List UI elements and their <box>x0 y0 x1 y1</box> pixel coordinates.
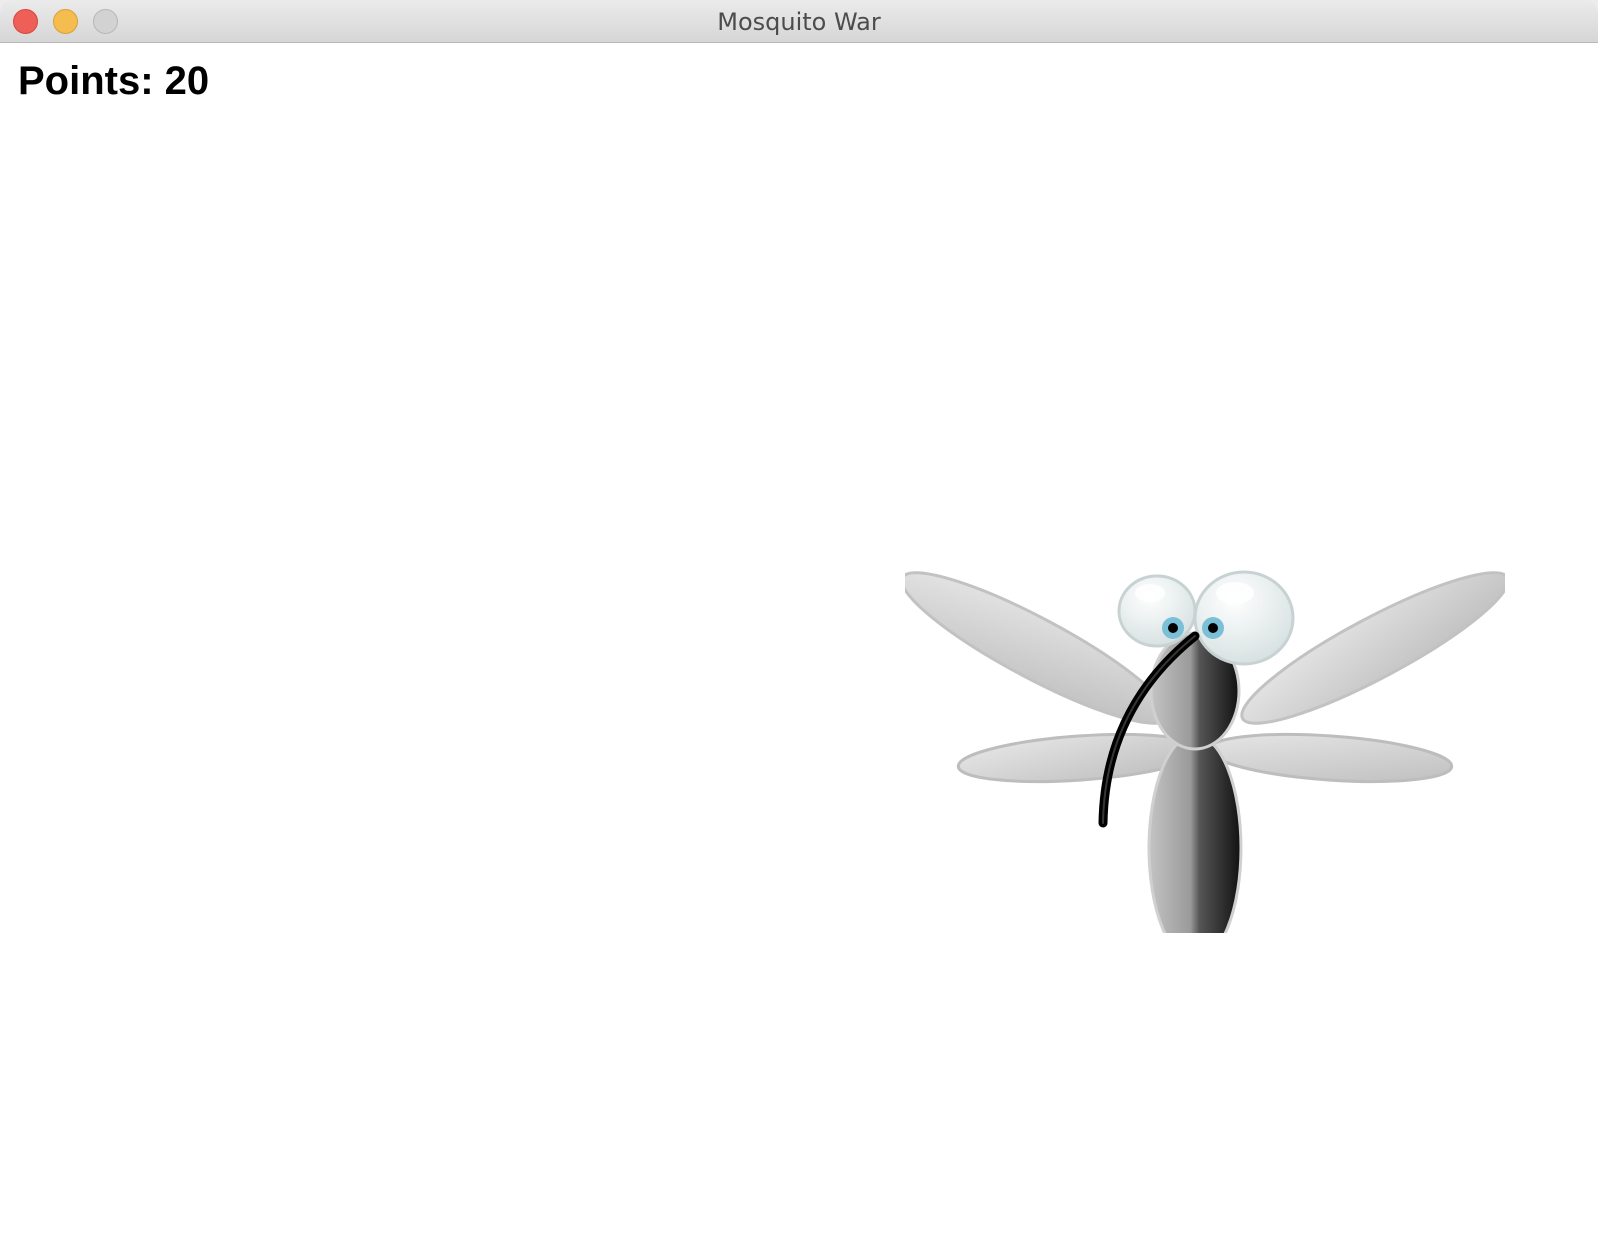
right-eye-icon <box>1193 570 1295 666</box>
window-title: Mosquito War <box>717 8 881 36</box>
mosquito-sprite[interactable] <box>905 533 1505 933</box>
lower-right-wing <box>1206 732 1454 784</box>
points-value: 20 <box>164 59 210 103</box>
title-bar[interactable]: Mosquito War <box>0 0 1598 43</box>
points-label: Points: <box>18 59 154 103</box>
app-window: Mosquito War Points: 20 <box>0 0 1598 1244</box>
points-display: Points: 20 <box>18 59 209 104</box>
game-canvas[interactable]: Points: 20 <box>0 43 1598 1244</box>
mosquito-abdomen <box>1147 733 1243 933</box>
left-eye-icon <box>1117 574 1197 648</box>
